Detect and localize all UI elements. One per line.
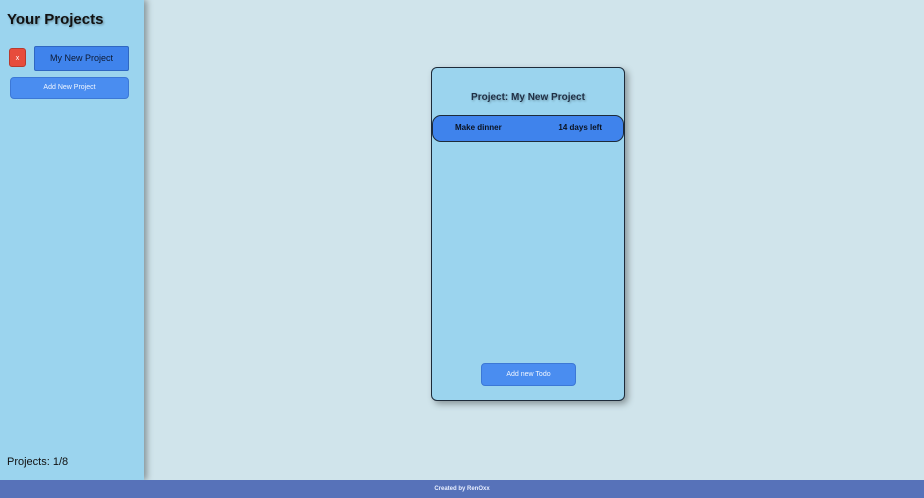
add-project-button[interactable]: Add New Project (10, 77, 129, 99)
footer: Created by RenOxx (0, 480, 924, 498)
project-panel: Project: My New Project Make dinner 14 d… (431, 67, 625, 401)
app-root: Your Projects x My New Project Add New P… (0, 0, 924, 498)
add-todo-button[interactable]: Add new Todo (481, 363, 576, 386)
delete-project-button[interactable]: x (9, 48, 26, 67)
sidebar: Your Projects x My New Project Add New P… (0, 0, 144, 480)
footer-credit: Created by RenOxx (434, 486, 490, 492)
projects-count: Projects: 1/8 (7, 456, 69, 468)
todo-due-date: 14 days left (558, 123, 602, 132)
todo-name: Make dinner (455, 123, 502, 132)
project-button[interactable]: My New Project (34, 46, 129, 71)
todo-item[interactable]: Make dinner 14 days left (432, 115, 624, 142)
project-title: Project: My New Project (471, 92, 585, 103)
project-row: x My New Project (9, 46, 131, 71)
sidebar-title: Your Projects (7, 11, 104, 28)
